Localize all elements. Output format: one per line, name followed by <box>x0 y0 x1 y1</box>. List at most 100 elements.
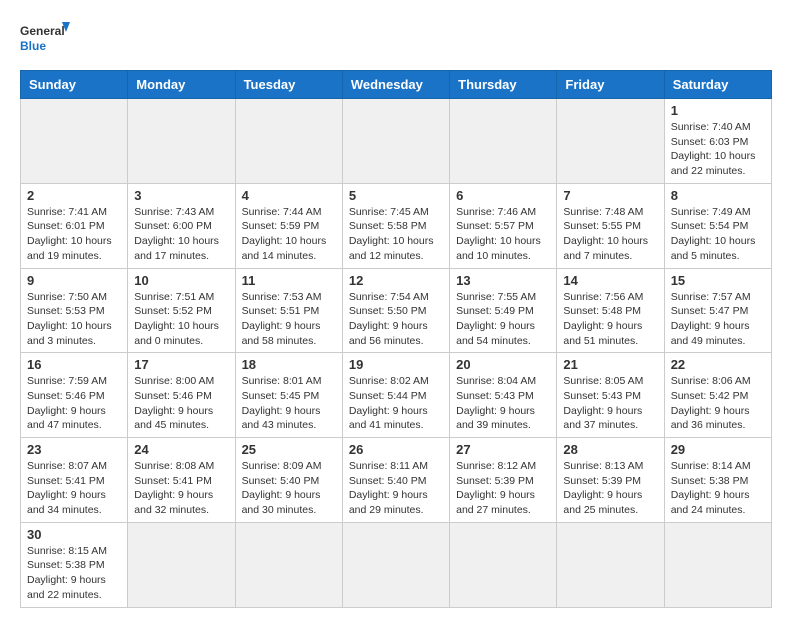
calendar-day-cell: 16 Sunrise: 7:59 AM Sunset: 5:46 PM Dayli… <box>21 353 128 438</box>
weekday-header-cell: Saturday <box>664 71 771 99</box>
calendar-day-cell: 27Sunrise: 8:12 AM Sunset: 5:39 PM Dayli… <box>450 438 557 523</box>
day-info: Sunrise: 8:12 AM Sunset: 5:39 PM Dayligh… <box>456 459 550 518</box>
day-number: 21 <box>563 357 657 372</box>
weekday-header-cell: Friday <box>557 71 664 99</box>
logo-svg: General Blue <box>20 20 70 60</box>
calendar-day-cell: 14 Sunrise: 7:56 AM Sunset: 5:48 PM Dayli… <box>557 268 664 353</box>
day-info: Sunrise: 8:04 AM Sunset: 5:43 PM Dayligh… <box>456 374 550 433</box>
calendar-week-row: 16 Sunrise: 7:59 AM Sunset: 5:46 PM Dayli… <box>21 353 772 438</box>
calendar-day-cell: 5 Sunrise: 7:45 AM Sunset: 5:58 PM Daylig… <box>342 183 449 268</box>
calendar-day-cell: 1Sunrise: 7:40 AM Sunset: 6:03 PM Daylig… <box>664 99 771 184</box>
day-info: Sunrise: 8:02 AM Sunset: 5:44 PM Dayligh… <box>349 374 443 433</box>
day-info: Sunrise: 7:46 AM Sunset: 5:57 PM Dayligh… <box>456 205 550 264</box>
weekday-header-cell: Sunday <box>21 71 128 99</box>
day-info: Sunrise: 7:43 AM Sunset: 6:00 PM Dayligh… <box>134 205 228 264</box>
day-info: Sunrise: 7:55 AM Sunset: 5:49 PM Dayligh… <box>456 290 550 349</box>
header: General Blue <box>20 20 772 60</box>
calendar-day-cell <box>128 522 235 607</box>
day-number: 1 <box>671 103 765 118</box>
calendar-day-cell: 12 Sunrise: 7:54 AM Sunset: 5:50 PM Dayli… <box>342 268 449 353</box>
day-number: 4 <box>242 188 336 203</box>
day-info: Sunrise: 7:53 AM Sunset: 5:51 PM Dayligh… <box>242 290 336 349</box>
day-number: 12 <box>349 273 443 288</box>
calendar-day-cell: 22Sunrise: 8:06 AM Sunset: 5:42 PM Dayli… <box>664 353 771 438</box>
calendar-day-cell: 10 Sunrise: 7:51 AM Sunset: 5:52 PM Dayli… <box>128 268 235 353</box>
calendar-week-row: 23Sunrise: 8:07 AM Sunset: 5:41 PM Dayli… <box>21 438 772 523</box>
day-info: Sunrise: 7:48 AM Sunset: 5:55 PM Dayligh… <box>563 205 657 264</box>
svg-text:General: General <box>20 24 65 38</box>
day-info: Sunrise: 7:54 AM Sunset: 5:50 PM Dayligh… <box>349 290 443 349</box>
calendar-day-cell <box>450 99 557 184</box>
day-info: Sunrise: 8:15 AM Sunset: 5:38 PM Dayligh… <box>27 544 121 603</box>
calendar-body: 1Sunrise: 7:40 AM Sunset: 6:03 PM Daylig… <box>21 99 772 608</box>
day-info: Sunrise: 8:09 AM Sunset: 5:40 PM Dayligh… <box>242 459 336 518</box>
calendar-week-row: 1Sunrise: 7:40 AM Sunset: 6:03 PM Daylig… <box>21 99 772 184</box>
calendar-day-cell: 4 Sunrise: 7:44 AM Sunset: 5:59 PM Daylig… <box>235 183 342 268</box>
calendar-day-cell: 19Sunrise: 8:02 AM Sunset: 5:44 PM Dayli… <box>342 353 449 438</box>
logo: General Blue <box>20 20 70 60</box>
weekday-header-cell: Monday <box>128 71 235 99</box>
day-number: 10 <box>134 273 228 288</box>
calendar-day-cell: 9Sunrise: 7:50 AM Sunset: 5:53 PM Daylig… <box>21 268 128 353</box>
weekday-header-cell: Thursday <box>450 71 557 99</box>
weekday-header-cell: Wednesday <box>342 71 449 99</box>
day-info: Sunrise: 7:44 AM Sunset: 5:59 PM Dayligh… <box>242 205 336 264</box>
weekday-header-cell: Tuesday <box>235 71 342 99</box>
calendar-day-cell <box>450 522 557 607</box>
day-number: 16 <box>27 357 121 372</box>
calendar-day-cell <box>128 99 235 184</box>
calendar: SundayMondayTuesdayWednesdayThursdayFrid… <box>20 70 772 608</box>
day-info: Sunrise: 7:41 AM Sunset: 6:01 PM Dayligh… <box>27 205 121 264</box>
calendar-day-cell <box>342 522 449 607</box>
day-number: 22 <box>671 357 765 372</box>
weekday-header: SundayMondayTuesdayWednesdayThursdayFrid… <box>21 71 772 99</box>
day-info: Sunrise: 7:49 AM Sunset: 5:54 PM Dayligh… <box>671 205 765 264</box>
day-number: 20 <box>456 357 550 372</box>
calendar-week-row: 30 Sunrise: 8:15 AM Sunset: 5:38 PM Dayli… <box>21 522 772 607</box>
day-number: 13 <box>456 273 550 288</box>
day-number: 26 <box>349 442 443 457</box>
day-number: 8 <box>671 188 765 203</box>
calendar-day-cell: 13 Sunrise: 7:55 AM Sunset: 5:49 PM Dayli… <box>450 268 557 353</box>
day-number: 17 <box>134 357 228 372</box>
svg-text:Blue: Blue <box>20 39 46 53</box>
day-info: Sunrise: 8:13 AM Sunset: 5:39 PM Dayligh… <box>563 459 657 518</box>
day-number: 2 <box>27 188 121 203</box>
day-info: Sunrise: 8:08 AM Sunset: 5:41 PM Dayligh… <box>134 459 228 518</box>
day-number: 30 <box>27 527 121 542</box>
day-number: 18 <box>242 357 336 372</box>
day-info: Sunrise: 8:11 AM Sunset: 5:40 PM Dayligh… <box>349 459 443 518</box>
calendar-day-cell <box>557 522 664 607</box>
day-number: 9 <box>27 273 121 288</box>
day-info: Sunrise: 7:45 AM Sunset: 5:58 PM Dayligh… <box>349 205 443 264</box>
day-number: 24 <box>134 442 228 457</box>
day-info: Sunrise: 7:59 AM Sunset: 5:46 PM Dayligh… <box>27 374 121 433</box>
calendar-day-cell: 15 Sunrise: 7:57 AM Sunset: 5:47 PM Dayli… <box>664 268 771 353</box>
day-number: 6 <box>456 188 550 203</box>
day-info: Sunrise: 8:05 AM Sunset: 5:43 PM Dayligh… <box>563 374 657 433</box>
day-info: Sunrise: 7:57 AM Sunset: 5:47 PM Dayligh… <box>671 290 765 349</box>
day-info: Sunrise: 8:00 AM Sunset: 5:46 PM Dayligh… <box>134 374 228 433</box>
day-number: 15 <box>671 273 765 288</box>
calendar-day-cell <box>235 522 342 607</box>
calendar-day-cell: 11 Sunrise: 7:53 AM Sunset: 5:51 PM Dayli… <box>235 268 342 353</box>
day-info: Sunrise: 7:51 AM Sunset: 5:52 PM Dayligh… <box>134 290 228 349</box>
calendar-day-cell: 21 Sunrise: 8:05 AM Sunset: 5:43 PM Dayli… <box>557 353 664 438</box>
day-info: Sunrise: 8:14 AM Sunset: 5:38 PM Dayligh… <box>671 459 765 518</box>
day-number: 29 <box>671 442 765 457</box>
calendar-day-cell: 25Sunrise: 8:09 AM Sunset: 5:40 PM Dayli… <box>235 438 342 523</box>
day-number: 7 <box>563 188 657 203</box>
calendar-day-cell: 3Sunrise: 7:43 AM Sunset: 6:00 PM Daylig… <box>128 183 235 268</box>
calendar-day-cell <box>235 99 342 184</box>
calendar-week-row: 9Sunrise: 7:50 AM Sunset: 5:53 PM Daylig… <box>21 268 772 353</box>
calendar-day-cell <box>342 99 449 184</box>
day-info: Sunrise: 8:01 AM Sunset: 5:45 PM Dayligh… <box>242 374 336 433</box>
calendar-day-cell: 17 Sunrise: 8:00 AM Sunset: 5:46 PM Dayli… <box>128 353 235 438</box>
calendar-day-cell <box>664 522 771 607</box>
day-number: 5 <box>349 188 443 203</box>
day-number: 14 <box>563 273 657 288</box>
day-number: 11 <box>242 273 336 288</box>
calendar-day-cell: 2 Sunrise: 7:41 AM Sunset: 6:01 PM Daylig… <box>21 183 128 268</box>
day-info: Sunrise: 7:56 AM Sunset: 5:48 PM Dayligh… <box>563 290 657 349</box>
calendar-day-cell: 28Sunrise: 8:13 AM Sunset: 5:39 PM Dayli… <box>557 438 664 523</box>
